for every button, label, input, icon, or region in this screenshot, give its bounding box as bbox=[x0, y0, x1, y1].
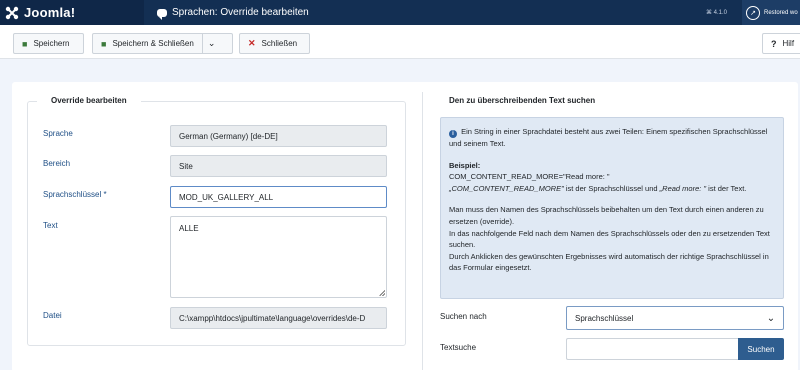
save-icon: ■ bbox=[101, 38, 107, 49]
close-button-label: Schließen bbox=[261, 39, 298, 48]
save-icon: ■ bbox=[22, 38, 28, 49]
language-key-label: Sprachschlüssel * bbox=[43, 190, 107, 199]
help-button-label: Hilf bbox=[782, 39, 795, 48]
page-title-text: Sprachen: Override bearbeiten bbox=[172, 7, 309, 18]
version-label: ⌘ 4.1.0 bbox=[706, 10, 728, 16]
client-label: Bereich bbox=[43, 159, 71, 168]
search-text-input[interactable] bbox=[566, 338, 738, 360]
external-link-icon: ↗ bbox=[746, 5, 760, 20]
search-type-value: Sprachschlüssel bbox=[575, 313, 634, 323]
save-button[interactable]: ■ Speichern bbox=[13, 33, 84, 54]
search-button[interactable]: Suchen bbox=[738, 338, 784, 360]
toolbar: ■ Speichern ■ Speichern & Schließen ⌄ ✕ … bbox=[0, 25, 800, 59]
save-close-button-label: Speichern & Schließen bbox=[112, 39, 194, 48]
file-field: C:\xampp\htdocs\jpultimate\language\over… bbox=[170, 307, 387, 329]
info-example-mid: ist der Sprachschlüssel und bbox=[563, 183, 660, 193]
help-button[interactable]: ? Hilf bbox=[762, 33, 800, 54]
info-icon: i bbox=[449, 130, 457, 138]
resize-handle-icon[interactable] bbox=[379, 290, 385, 296]
user-menu-label: Restored wo bbox=[764, 9, 798, 16]
top-header: Joomla! Sprachen: Override bearbeiten ⌘ … bbox=[0, 0, 800, 25]
info-paragraph-1: Man muss den Namen des Sprachschlüssels … bbox=[449, 205, 764, 226]
text-label: Text bbox=[43, 221, 58, 230]
info-example-end: ist der Text. bbox=[706, 183, 747, 193]
close-icon: ✕ bbox=[248, 38, 256, 48]
language-label: Sprache bbox=[43, 129, 73, 138]
chevron-down-icon[interactable]: ⌄ bbox=[201, 34, 221, 53]
info-paragraph-2: In das nachfolgende Feld nach dem Namen … bbox=[449, 228, 770, 250]
text-textarea[interactable]: ALLE bbox=[170, 216, 387, 298]
info-intro: Ein String in einer Sprachdatei besteht … bbox=[449, 127, 768, 148]
search-type-label: Suchen nach bbox=[440, 312, 487, 321]
save-button-label: Speichern bbox=[33, 39, 70, 48]
language-field: German (Germany) [de-DE] bbox=[170, 125, 387, 147]
user-menu[interactable]: ↗ Restored wo bbox=[742, 0, 800, 25]
search-text-label: Textsuche bbox=[440, 343, 477, 352]
close-button[interactable]: ✕ Schließen bbox=[239, 33, 310, 54]
question-icon: ? bbox=[771, 38, 777, 49]
search-type-select[interactable]: Sprachschlüssel ⌄ bbox=[566, 306, 784, 330]
chat-bubble-icon bbox=[157, 8, 167, 20]
info-intro-line: i Ein String in einer Sprachdatei besteh… bbox=[449, 126, 775, 150]
info-example-key: „COM_CONTENT_READ_MORE" bbox=[449, 183, 564, 193]
joomla-logo-icon bbox=[5, 6, 19, 19]
logo[interactable]: Joomla! bbox=[0, 0, 144, 25]
override-legend: Override bearbeiten bbox=[37, 96, 141, 105]
text-textarea-value: ALLE bbox=[179, 224, 199, 233]
column-divider bbox=[422, 92, 423, 370]
info-example-explanation: „COM_CONTENT_READ_MORE" ist der Sprachsc… bbox=[449, 183, 775, 195]
save-close-button[interactable]: ■ Speichern & Schließen ⌄ bbox=[92, 33, 233, 54]
chevron-down-icon: ⌄ bbox=[766, 312, 776, 324]
info-example-heading: Beispiel: bbox=[449, 160, 481, 170]
language-key-input[interactable]: MOD_UK_GALLERY_ALL bbox=[170, 186, 387, 208]
info-example-line: COM_CONTENT_READ_MORE="Read more: " bbox=[449, 172, 610, 182]
info-box: i Ein String in einer Sprachdatei besteh… bbox=[440, 117, 784, 299]
file-label: Datei bbox=[43, 311, 62, 320]
info-paragraph-3: Durch Anklicken des gewünschten Ergebnis… bbox=[449, 251, 769, 273]
page-title: Sprachen: Override bearbeiten bbox=[157, 0, 309, 25]
logo-text: Joomla! bbox=[24, 5, 76, 20]
client-field: Site bbox=[170, 155, 387, 177]
search-legend: Den zu überschreibenden Text suchen bbox=[449, 96, 596, 105]
info-example-text: „Read more: " bbox=[659, 183, 707, 193]
